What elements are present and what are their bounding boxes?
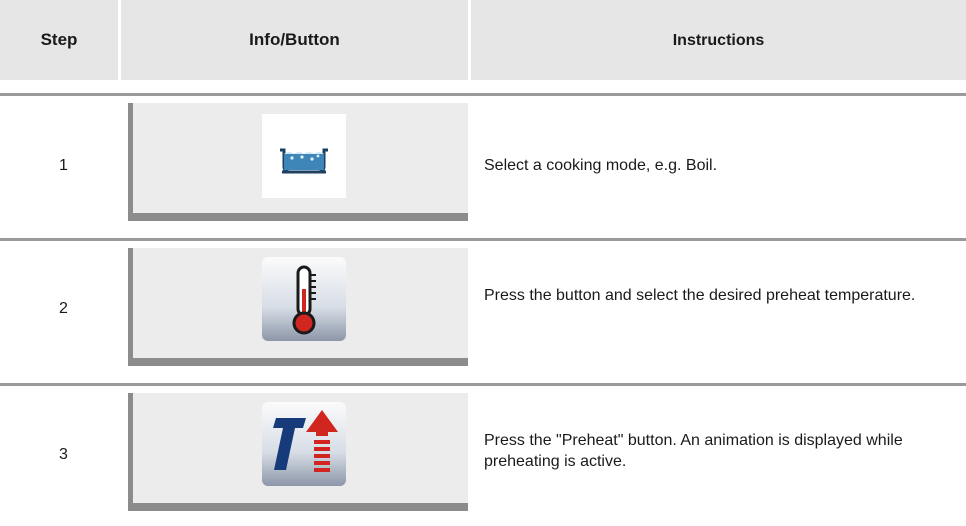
instruction-text: Press the button and select the desired … <box>484 287 916 304</box>
boil-pot-icon[interactable] <box>262 114 346 198</box>
header-instructions: Instructions <box>471 0 966 80</box>
thermometer-icon[interactable] <box>262 257 346 341</box>
header-step: Step <box>0 0 118 80</box>
step-number: 2 <box>59 300 68 317</box>
button-panel <box>128 248 468 366</box>
instruction-text: Press the "Preheat" button. An animation… <box>484 432 903 470</box>
step-number: 3 <box>59 446 68 463</box>
table-row: 1 Select a cooking mode, e.g. Boil. <box>0 96 966 236</box>
table-row: 2 Press the button and select the desire… <box>0 241 966 381</box>
header-info-button: Info/Button <box>121 0 468 80</box>
table-row: 3 Press the "Preheat" button. An animati… <box>0 386 966 526</box>
button-panel <box>128 103 468 221</box>
preheat-icon[interactable] <box>262 402 346 486</box>
table-header: Step Info/Button Instructions <box>0 0 966 80</box>
instruction-text: Select a cooking mode, e.g. Boil. <box>484 157 718 174</box>
button-panel <box>128 393 468 511</box>
step-number: 1 <box>59 157 68 174</box>
